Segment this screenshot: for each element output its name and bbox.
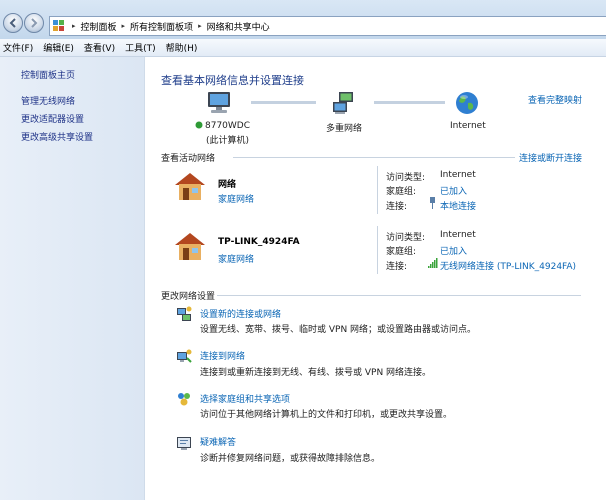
new-connection-icon <box>177 306 192 321</box>
computer-name: 8770WDC <box>205 121 251 131</box>
divider <box>377 226 378 274</box>
internet-globe-icon <box>456 92 478 114</box>
access-type-label: 访问类型: <box>386 173 426 183</box>
connect-network-icon <box>177 349 192 363</box>
back-button[interactable] <box>3 13 23 33</box>
breadcrumb-control-panel[interactable]: 控制面板 <box>79 20 119 33</box>
home-network-icon <box>175 233 205 260</box>
divider <box>377 166 378 214</box>
control-panel-icon <box>53 20 64 31</box>
computer-sub-label: (此计算机) <box>206 136 250 146</box>
breadcrumb-separator-icon: ▸ <box>121 22 126 30</box>
green-check-icon <box>195 121 203 129</box>
access-type-value: Internet <box>440 170 476 180</box>
menu-file[interactable]: 文件(F) <box>3 41 33 54</box>
access-type-value: Internet <box>440 230 476 240</box>
forward-button[interactable] <box>24 13 44 33</box>
network-name: TP-LINK_4924FA <box>218 237 300 247</box>
task-setup-connection-link[interactable]: 设置新的连接或网络 <box>200 307 281 320</box>
network-type-link[interactable]: 家庭网络 <box>218 192 254 205</box>
forward-arrow-icon <box>31 18 38 28</box>
menu-tools[interactable]: 工具(T) <box>125 41 156 54</box>
wireless-connection-link[interactable]: 无线网络连接 (TP-LINK_4924FA) <box>440 259 576 272</box>
homegroup-label: 家庭组: <box>386 247 417 257</box>
troubleshoot-icon <box>177 437 191 450</box>
access-type-label: 访问类型: <box>386 233 426 243</box>
breadcrumb-network-center[interactable]: 网络和共享中心 <box>205 20 272 33</box>
computer-icon <box>208 92 230 113</box>
homegroup-link[interactable]: 已加入 <box>440 184 467 197</box>
back-arrow-icon <box>9 18 16 28</box>
page-title: 查看基本网络信息并设置连接 <box>161 74 304 87</box>
sidebar-adapter-settings[interactable]: 更改适配器设置 <box>21 112 84 125</box>
active-networks-heading: 查看活动网络 <box>161 154 216 164</box>
menu-bar: 文件(F) 编辑(E) 查看(V) 工具(T) 帮助(H) <box>0 39 606 57</box>
breadcrumb-all-items[interactable]: 所有控制面板项 <box>128 20 195 33</box>
home-network-icon <box>175 173 205 200</box>
map-connector <box>374 101 445 104</box>
task-troubleshoot-desc: 诊断并修复网络问题，或获得故障排除信息。 <box>200 454 381 464</box>
network-type-link[interactable]: 家庭网络 <box>218 252 254 265</box>
menu-edit[interactable]: 编辑(E) <box>43 41 74 54</box>
task-homegroup-link[interactable]: 选择家庭组和共享选项 <box>200 392 290 405</box>
task-connect-network-desc: 连接到或重新连接到无线、有线、拨号或 VPN 网络连接。 <box>200 368 432 378</box>
menu-view[interactable]: 查看(V) <box>84 41 115 54</box>
multiple-networks-icon <box>333 92 353 114</box>
sidebar: 控制面板主页 管理无线网络 更改适配器设置 更改高级共享设置 <box>0 57 145 500</box>
change-settings-heading: 更改网络设置 <box>161 292 216 302</box>
task-setup-connection-desc: 设置无线、宽带、拨号、临时或 VPN 网络；或设置路由器或访问点。 <box>200 325 477 335</box>
divider <box>233 157 515 158</box>
homegroup-label: 家庭组: <box>386 187 417 197</box>
connect-disconnect-link[interactable]: 连接或断开连接 <box>519 151 582 164</box>
connection-label: 连接: <box>386 262 408 272</box>
ethernet-icon <box>430 197 435 209</box>
task-homegroup-desc: 访问位于其他网络计算机上的文件和打印机，或更改共享设置。 <box>200 410 453 420</box>
breadcrumb-separator-icon: ▸ <box>72 22 76 30</box>
breadcrumb-separator-icon: ▸ <box>198 22 202 30</box>
sidebar-advanced-sharing[interactable]: 更改高级共享设置 <box>21 130 93 143</box>
connection-label: 连接: <box>386 202 408 212</box>
breadcrumb[interactable]: ▸ 控制面板 ▸ 所有控制面板项 ▸ 网络和共享中心 <box>49 16 606 36</box>
internet-label: Internet <box>450 121 486 131</box>
homegroup-icon <box>178 393 190 406</box>
task-connect-network-link[interactable]: 连接到网络 <box>200 349 245 362</box>
menu-help[interactable]: 帮助(H) <box>166 41 198 54</box>
task-troubleshoot-link[interactable]: 疑难解答 <box>200 435 236 448</box>
homegroup-link[interactable]: 已加入 <box>440 244 467 257</box>
network-name: 网络 <box>218 180 237 190</box>
map-connector <box>251 101 316 104</box>
view-full-map-link[interactable]: 查看完整映射 <box>528 93 582 106</box>
wifi-signal-icon <box>428 258 438 268</box>
local-connection-link[interactable]: 本地连接 <box>440 199 476 212</box>
sidebar-control-panel-home[interactable]: 控制面板主页 <box>21 68 75 81</box>
main-content: 查看基本网络信息并设置连接 查看完整映射 8770WDC (此计算机) 多重网络… <box>145 57 606 500</box>
divider <box>217 295 581 296</box>
address-bar: ▸ 控制面板 ▸ 所有控制面板项 ▸ 网络和共享中心 <box>0 0 606 39</box>
multiple-networks-label: 多重网络 <box>326 124 363 134</box>
sidebar-manage-wireless[interactable]: 管理无线网络 <box>21 94 75 107</box>
